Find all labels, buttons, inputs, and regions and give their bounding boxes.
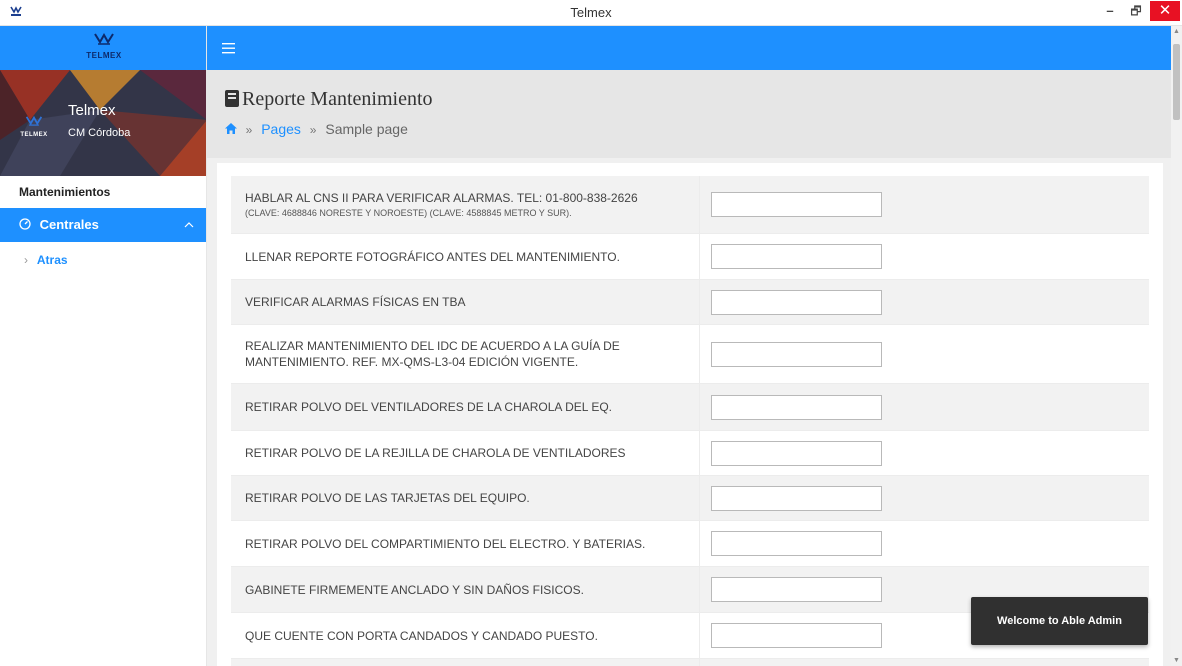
profile-name: Telmex	[68, 102, 116, 119]
checklist-input[interactable]	[711, 192, 882, 217]
scrollbar-thumb[interactable]	[1173, 44, 1180, 120]
checklist-input-cell	[700, 431, 1149, 475]
checklist-input[interactable]	[711, 394, 882, 420]
checklist-input[interactable]	[711, 623, 882, 648]
breadcrumb: » Pages » Sample page	[225, 121, 408, 137]
checklist-input-cell	[700, 234, 1149, 279]
table-row: REALIZAR MANTENIMIENTO DEL IDC DE ACUERD…	[231, 325, 1149, 384]
checklist-item-label: REALIZAR MANTENIMIENTO DEL IDC DE ACUERD…	[231, 325, 700, 383]
telmex-logo-icon	[94, 32, 114, 45]
maximize-button[interactable]: 🗗	[1122, 0, 1150, 22]
checklist-item-text: REALIZAR MANTENIMIENTO DEL IDC DE ACUERD…	[245, 339, 620, 353]
breadcrumb-pages-link[interactable]: Pages	[261, 121, 301, 137]
table-row: HABLAR AL CNS II PARA VERIFICAR ALARMAS.…	[231, 176, 1149, 234]
checklist-item-subtext: (CLAVE: 4688846 NORESTE Y NOROESTE) (CLA…	[245, 208, 572, 218]
gauge-icon	[19, 208, 31, 242]
scroll-up-arrow-icon[interactable]: ▲	[1173, 28, 1180, 35]
window-titlebar: Telmex – 🗗 ✕	[0, 0, 1182, 26]
sidebar: TELMEX TELMEX Telmex CM Córdoba Mantenim…	[0, 26, 207, 666]
logo-text: TELMEX	[86, 51, 122, 60]
checklist-item-text: RETIRAR POLVO DEL VENTILADORES DE LA CHA…	[245, 400, 612, 414]
table-row: RETIRAR POLVO DE LA REJILLA DE CHAROLA D…	[231, 431, 1149, 476]
table-row	[231, 659, 1149, 666]
welcome-toast[interactable]: Welcome to Able Admin	[971, 597, 1148, 645]
checklist-input[interactable]	[711, 289, 882, 315]
checklist-item-text-line2: MANTENIMIENTO. REF. MX-QMS-L3-04 EDICIÓN…	[245, 355, 579, 369]
profile-subtitle: CM Córdoba	[68, 127, 131, 139]
profile-card: TELMEX Telmex CM Córdoba	[0, 70, 206, 176]
topbar	[207, 26, 1171, 70]
checklist-table: HABLAR AL CNS II PARA VERIFICAR ALARMAS.…	[231, 176, 1149, 666]
sidebar-item-label: Centrales	[39, 217, 99, 232]
breadcrumb-separator: »	[309, 123, 317, 137]
table-row: RETIRAR POLVO DEL VENTILADORES DE LA CHA…	[231, 384, 1149, 431]
avatar-logo-text: TELMEX	[20, 132, 48, 138]
checklist-item-label	[231, 659, 700, 666]
section-label: Mantenimientos	[19, 185, 111, 199]
page-title-text: Reporte Mantenimiento	[242, 88, 433, 110]
chevron-up-icon	[184, 208, 194, 242]
page-title: Reporte Mantenimiento	[225, 88, 433, 111]
checklist-input-cell	[700, 280, 1149, 324]
checklist-item-label: LLENAR REPORTE FOTOGRÁFICO ANTES DEL MAN…	[231, 234, 700, 279]
book-icon	[225, 90, 239, 107]
table-row: VERIFICAR ALARMAS FÍSICAS EN TBA	[231, 280, 1149, 325]
profile-avatar[interactable]: TELMEX	[19, 114, 49, 138]
checklist-item-label: VERIFICAR ALARMAS FÍSICAS EN TBA	[231, 280, 700, 324]
checklist-input[interactable]	[711, 577, 882, 602]
checklist-input[interactable]	[711, 485, 882, 511]
telmex-avatar-icon	[25, 115, 43, 126]
window-title: Telmex	[570, 5, 612, 20]
checklist-card: HABLAR AL CNS II PARA VERIFICAR ALARMAS.…	[217, 163, 1163, 666]
checklist-input-cell	[700, 384, 1149, 430]
checklist-item-label: RETIRAR POLVO DEL COMPARTIMIENTO DEL ELE…	[231, 521, 700, 566]
checklist-item-text: VERIFICAR ALARMAS FÍSICAS EN TBA	[245, 295, 466, 309]
scroll-down-arrow-icon[interactable]: ▼	[1173, 657, 1180, 664]
sidebar-logo-bar: TELMEX	[0, 26, 206, 70]
sidebar-subitem-atras[interactable]: › Atras	[0, 242, 206, 278]
checklist-item-label: RETIRAR POLVO DE LAS TARJETAS DEL EQUIPO…	[231, 476, 700, 520]
vertical-scrollbar[interactable]: ▲ ▼	[1171, 26, 1182, 666]
checklist-input-cell	[700, 476, 1149, 520]
checklist-item-label: GABINETE FIRMEMENTE ANCLADO Y SIN DAÑOS …	[231, 567, 700, 612]
checklist-input-cell	[700, 521, 1149, 566]
breadcrumb-current: Sample page	[325, 121, 408, 137]
checklist-input[interactable]	[711, 531, 882, 556]
checklist-item-label: HABLAR AL CNS II PARA VERIFICAR ALARMAS.…	[231, 176, 700, 233]
checklist-item-text: GABINETE FIRMEMENTE ANCLADO Y SIN DAÑOS …	[245, 582, 584, 597]
checklist-item-text: HABLAR AL CNS II PARA VERIFICAR ALARMAS.…	[245, 191, 638, 205]
sidebar-item-centrales[interactable]: Centrales	[0, 208, 206, 242]
checklist-input-cell	[700, 176, 1149, 233]
checklist-item-label: QUE CUENTE CON PORTA CANDADOS Y CANDADO …	[231, 613, 700, 658]
table-row: RETIRAR POLVO DE LAS TARJETAS DEL EQUIPO…	[231, 476, 1149, 521]
telmex-logo[interactable]: TELMEX	[84, 32, 124, 60]
sidebar-subitem-label: Atras	[36, 253, 68, 267]
checklist-item-text: RETIRAR POLVO DE LA REJILLA DE CHAROLA D…	[245, 446, 626, 460]
chevron-right-icon: ›	[24, 253, 28, 267]
checklist-item-label: RETIRAR POLVO DE LA REJILLA DE CHAROLA D…	[231, 431, 700, 475]
page-header: Reporte Mantenimiento » Pages » Sample p…	[207, 70, 1171, 158]
breadcrumb-separator: »	[245, 123, 253, 137]
checklist-item-text: RETIRAR POLVO DE LAS TARJETAS DEL EQUIPO…	[245, 491, 530, 505]
minimize-button[interactable]: –	[1096, 0, 1124, 22]
checklist-input[interactable]	[711, 244, 882, 269]
hamburger-icon[interactable]	[222, 38, 235, 59]
close-button[interactable]: ✕	[1150, 1, 1180, 21]
checklist-item-label: RETIRAR POLVO DEL VENTILADORES DE LA CHA…	[231, 384, 700, 430]
home-icon[interactable]	[225, 122, 241, 137]
checklist-item-text: QUE CUENTE CON PORTA CANDADOS Y CANDADO …	[245, 628, 598, 643]
table-row: RETIRAR POLVO DEL COMPARTIMIENTO DEL ELE…	[231, 521, 1149, 567]
checklist-input-cell	[700, 325, 1149, 383]
checklist-input[interactable]	[711, 440, 882, 466]
checklist-input-cell	[700, 659, 1149, 666]
table-row: LLENAR REPORTE FOTOGRÁFICO ANTES DEL MAN…	[231, 234, 1149, 280]
checklist-input[interactable]	[711, 341, 882, 367]
checklist-item-text: RETIRAR POLVO DEL COMPARTIMIENTO DEL ELE…	[245, 536, 646, 551]
checklist-item-text: LLENAR REPORTE FOTOGRÁFICO ANTES DEL MAN…	[245, 249, 620, 264]
content-area: HABLAR AL CNS II PARA VERIFICAR ALARMAS.…	[207, 158, 1171, 666]
